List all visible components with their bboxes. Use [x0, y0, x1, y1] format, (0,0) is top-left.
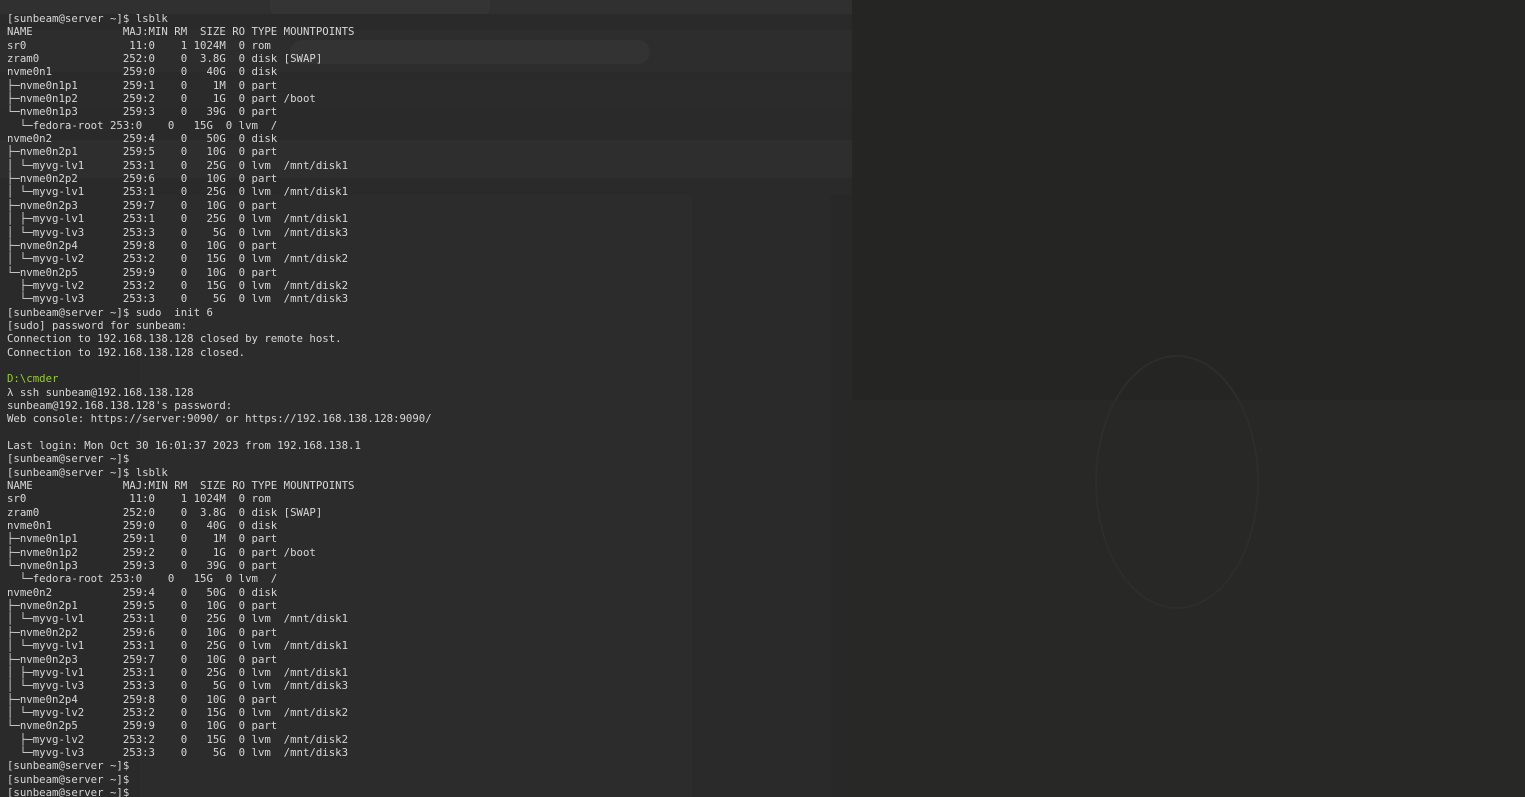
- terminal-line: [sunbeam@server ~]$: [7, 452, 130, 466]
- terminal-line: └─nvme0n1p3 259:3 0 39G 0 part: [7, 105, 278, 119]
- terminal-line: [sunbeam@server ~]$ sudo init 6: [7, 305, 213, 319]
- terminal-line: └─nvme0n2p5 259:9 0 10G 0 part: [7, 265, 278, 279]
- terminal-line: ├─nvme0n2p3 259:7 0 10G 0 part: [7, 198, 278, 212]
- terminal-output[interactable]: [sunbeam@server ~]$ lsblk NAME MAJ:MIN RM…: [7, 12, 432, 797]
- terminal-line: [sunbeam@server ~]$: [7, 759, 130, 773]
- terminal-line: │ └─myvg-lv1 253:1 0 25G 0 lvm /mnt/disk…: [7, 185, 349, 199]
- terminal-line: │ ├─myvg-lv1 253:1 0 25G 0 lvm /mnt/disk…: [7, 665, 349, 679]
- terminal-line: zram0 252:0 0 3.8G 0 disk [SWAP]: [7, 52, 323, 66]
- terminal-line: │ └─myvg-lv2 253:2 0 15G 0 lvm /mnt/disk…: [7, 252, 349, 266]
- terminal-line: Last login: Mon Oct 30 16:01:37 2023 fro…: [7, 439, 361, 452]
- terminal-line: ├─nvme0n2p4 259:8 0 10G 0 part: [7, 238, 278, 252]
- terminal-line: Connection to 192.168.138.128 closed.: [7, 345, 246, 359]
- terminal-line: zram0 252:0 0 3.8G 0 disk [SWAP]: [7, 505, 323, 519]
- terminal-line: ├─myvg-lv2 253:2 0 15G 0 lvm /mnt/disk2: [7, 278, 349, 292]
- terminal-line: Connection to 192.168.138.128 closed by …: [7, 332, 342, 346]
- terminal-line: NAME MAJ:MIN RM SIZE RO TYPE MOUNTPOINTS: [7, 25, 355, 39]
- terminal-line: [sunbeam@server ~]$: [7, 772, 130, 786]
- terminal-line: ├─nvme0n1p1 259:1 0 1M 0 part: [7, 532, 278, 546]
- terminal-line: [sunbeam@server ~]$ lsblk: [7, 465, 168, 479]
- terminal-window[interactable]: [sunbeam@server ~]$ lsblk NAME MAJ:MIN RM…: [0, 0, 1525, 797]
- terminal-line: │ └─myvg-lv3 253:3 0 5G 0 lvm /mnt/disk3: [7, 679, 349, 693]
- terminal-line: Web console: https://server:9090/ or htt…: [7, 412, 432, 426]
- terminal-line: │ └─myvg-lv1 253:1 0 25G 0 lvm /mnt/disk…: [7, 612, 349, 626]
- terminal-line: ├─nvme0n1p2 259:2 0 1G 0 part /boot: [7, 545, 316, 559]
- background-ferris-wheel: [1095, 355, 1259, 609]
- terminal-line: nvme0n1 259:0 0 40G 0 disk: [7, 65, 278, 79]
- terminal-line: └─myvg-lv3 253:3 0 5G 0 lvm /mnt/disk3: [7, 292, 349, 306]
- terminal-line: │ ├─myvg-lv1 253:1 0 25G 0 lvm /mnt/disk…: [7, 212, 349, 226]
- terminal-line: │ └─myvg-lv1 253:1 0 25G 0 lvm /mnt/disk…: [7, 639, 349, 653]
- terminal-line: ├─nvme0n2p1 259:5 0 10G 0 part: [7, 145, 278, 159]
- terminal-line: ├─nvme0n2p1 259:5 0 10G 0 part: [7, 599, 278, 613]
- terminal-line: sunbeam@192.168.138.128's password:: [7, 398, 233, 412]
- terminal-line: ├─nvme0n2p2 259:6 0 10G 0 part: [7, 625, 278, 639]
- terminal-path-line: D:\cmder: [7, 372, 59, 386]
- terminal-line: └─nvme0n1p3 259:3 0 39G 0 part: [7, 559, 278, 573]
- terminal-line: sr0 11:0 1 1024M 0 rom: [7, 492, 271, 506]
- terminal-line: └─fedora-root 253:0 0 15G 0 lvm /: [7, 572, 278, 586]
- terminal-line: │ └─myvg-lv3 253:3 0 5G 0 lvm /mnt/disk3: [7, 225, 349, 239]
- terminal-line: │ └─myvg-lv2 253:2 0 15G 0 lvm /mnt/disk…: [7, 705, 349, 719]
- terminal-line: ├─myvg-lv2 253:2 0 15G 0 lvm /mnt/disk2: [7, 732, 349, 746]
- terminal-line: nvme0n1 259:0 0 40G 0 disk: [7, 519, 278, 533]
- terminal-line: [sunbeam@server ~]$ lsblk: [7, 12, 168, 25]
- terminal-line: └─fedora-root 253:0 0 15G 0 lvm /: [7, 118, 278, 132]
- terminal-line: λ ssh sunbeam@192.168.138.128: [7, 385, 194, 399]
- terminal-line: nvme0n2 259:4 0 50G 0 disk: [7, 585, 278, 599]
- terminal-line: ├─nvme0n2p2 259:6 0 10G 0 part: [7, 172, 278, 186]
- terminal-line: └─myvg-lv3 253:3 0 5G 0 lvm /mnt/disk3: [7, 745, 349, 759]
- terminal-line: [sudo] password for sunbeam:: [7, 318, 188, 332]
- terminal-line: ├─nvme0n1p2 259:2 0 1G 0 part /boot: [7, 92, 316, 106]
- terminal-line: ├─nvme0n2p4 259:8 0 10G 0 part: [7, 692, 278, 706]
- terminal-line: sr0 11:0 1 1024M 0 rom: [7, 38, 271, 52]
- terminal-line: NAME MAJ:MIN RM SIZE RO TYPE MOUNTPOINTS: [7, 479, 355, 493]
- terminal-line: │ └─myvg-lv1 253:1 0 25G 0 lvm /mnt/disk…: [7, 158, 349, 172]
- background-scrollbar: [830, 195, 852, 797]
- terminal-line: ├─nvme0n2p3 259:7 0 10G 0 part: [7, 652, 278, 666]
- terminal-line: nvme0n2 259:4 0 50G 0 disk: [7, 132, 278, 146]
- terminal-line: └─nvme0n2p5 259:9 0 10G 0 part: [7, 719, 278, 733]
- terminal-line: ├─nvme0n1p1 259:1 0 1M 0 part: [7, 78, 278, 92]
- terminal-line: [sunbeam@server ~]$: [7, 785, 130, 797]
